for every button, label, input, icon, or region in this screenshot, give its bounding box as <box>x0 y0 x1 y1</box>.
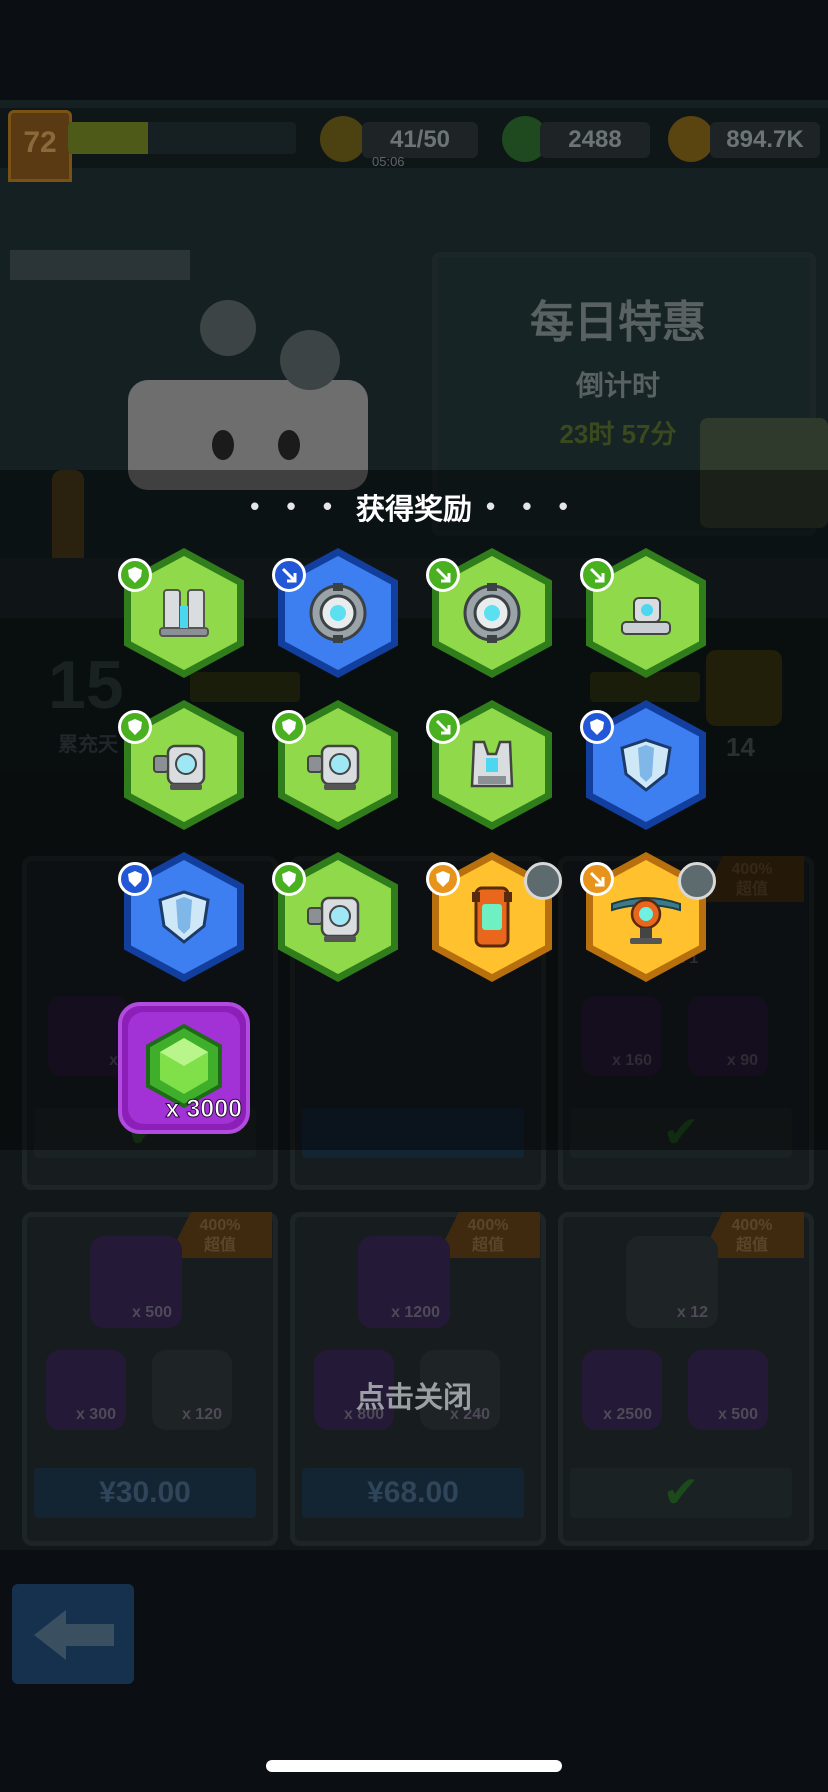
character-eye-right <box>278 430 300 460</box>
arrow-badge-icon <box>426 558 460 592</box>
drill-icon <box>678 862 716 900</box>
gem-counter: 2488 <box>540 122 650 158</box>
buy-button[interactable]: ¥30.00 <box>34 1468 256 1518</box>
gem-reward: x 3000 <box>118 1002 250 1134</box>
leaf-icon <box>524 862 562 900</box>
home-indicator[interactable] <box>266 1760 562 1772</box>
goggle-left <box>200 300 256 356</box>
claimed-bar: ✔ <box>570 1468 792 1518</box>
reward-item[interactable] <box>580 548 706 678</box>
reward-item[interactable] <box>580 852 716 982</box>
arrow-badge-icon <box>426 710 460 744</box>
arrow-badge-icon <box>580 558 614 592</box>
reward-item[interactable] <box>426 852 562 982</box>
buy-button[interactable]: ¥68.00 <box>302 1468 524 1518</box>
arrow-badge-icon <box>272 558 306 592</box>
reward-item[interactable] <box>272 700 398 830</box>
reward-title-text: 获得奖励 <box>355 494 472 526</box>
reward-item[interactable] <box>272 852 398 982</box>
energy-counter: 41/50 <box>362 122 478 158</box>
chest-slot: x 12 <box>626 1236 718 1328</box>
shield-badge-icon <box>272 710 306 744</box>
check-icon: ✔ <box>662 1468 700 1517</box>
reward-item[interactable] <box>426 548 552 678</box>
energy-icon[interactable] <box>320 116 366 162</box>
shield-badge-icon <box>118 558 152 592</box>
reward-item[interactable] <box>426 700 552 830</box>
energy-timer: 05:06 <box>372 154 405 169</box>
xp-bar <box>68 122 296 154</box>
reward-item[interactable] <box>580 700 706 830</box>
character-eye-left <box>212 430 234 460</box>
arrow-badge-icon <box>580 862 614 896</box>
coin-currency-icon[interactable] <box>668 116 714 162</box>
lab-machine <box>10 250 190 280</box>
reward-item[interactable] <box>118 852 244 982</box>
daily-deal-title: 每日特惠 <box>530 298 706 347</box>
xp-fill <box>68 122 148 154</box>
shield-badge-icon <box>272 862 306 896</box>
gem-slot: x 1200 <box>358 1236 450 1328</box>
reward-item[interactable] <box>272 548 398 678</box>
reward-item[interactable] <box>118 548 244 678</box>
coin-counter: 894.7K <box>710 122 820 158</box>
shield-badge-icon <box>118 862 152 896</box>
goggle-right <box>280 330 340 390</box>
shield-badge-icon <box>118 710 152 744</box>
shield-badge-icon <box>426 862 460 896</box>
shield-badge-icon <box>580 710 614 744</box>
gem-slot: x 500 <box>90 1236 182 1328</box>
tap-to-close-label[interactable]: 点击关闭 <box>0 1374 828 1416</box>
level-badge[interactable]: 72 <box>8 110 72 182</box>
gem-reward-quantity: x 3000 <box>165 1095 242 1124</box>
reward-item[interactable] <box>118 700 244 830</box>
status-area <box>0 0 828 100</box>
countdown-label: 倒计时 <box>575 370 660 401</box>
reward-title: • • • 获得奖励 • • • <box>250 491 578 526</box>
